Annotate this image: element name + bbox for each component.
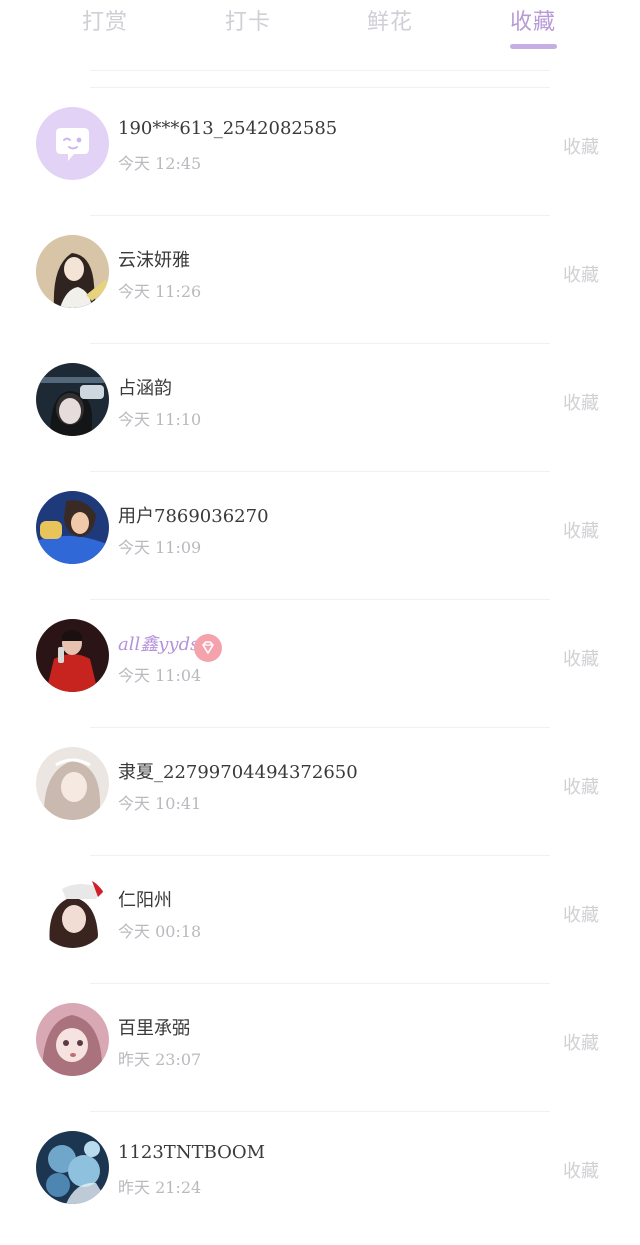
active-tab-indicator <box>510 44 557 49</box>
list-item[interactable]: 云沫妍雅 今天 11:26 收藏 <box>0 208 640 336</box>
avatar[interactable] <box>36 363 109 436</box>
user-photo <box>36 747 109 820</box>
divider <box>90 983 550 984</box>
favorite-button[interactable]: 收藏 <box>563 133 599 159</box>
favorite-button[interactable]: 收藏 <box>563 1029 599 1055</box>
username: 1123TNTBOOM <box>118 1142 266 1163</box>
user-photo <box>36 1131 109 1204</box>
divider <box>90 70 550 71</box>
username: 占涵韵 <box>118 378 172 399</box>
divider <box>90 1111 550 1112</box>
timestamp: 今天 11:26 <box>118 282 202 301</box>
tab-checkin[interactable]: 打卡 <box>203 4 293 36</box>
timestamp: 昨天 21:24 <box>118 1178 202 1197</box>
favorites-list: 190***613_2542082585 今天 12:45 收藏 云沫妍雅 今天… <box>0 80 640 1232</box>
favorite-button[interactable]: 收藏 <box>563 901 599 927</box>
tab-favorites[interactable]: 收藏 <box>488 4 578 36</box>
avatar[interactable] <box>36 619 109 692</box>
divider <box>90 599 550 600</box>
divider <box>90 343 550 344</box>
chat-bubble-icon <box>36 107 109 180</box>
avatar[interactable] <box>36 1131 109 1204</box>
list-item[interactable]: 1123TNTBOOM 昨天 21:24 收藏 <box>0 1104 640 1232</box>
list-item[interactable]: 隶夏_22799704494372650 今天 10:41 收藏 <box>0 720 640 848</box>
vip-diamond-badge-icon <box>194 634 222 662</box>
username: 云沫妍雅 <box>118 250 190 271</box>
timestamp: 今天 11:09 <box>118 538 202 557</box>
tab-bar: 打赏 打卡 鲜花 收藏 <box>0 0 640 60</box>
avatar[interactable] <box>36 747 109 820</box>
avatar[interactable] <box>36 107 109 180</box>
favorite-button[interactable]: 收藏 <box>563 261 599 287</box>
list-item[interactable]: 用户7869036270 今天 11:09 收藏 <box>0 464 640 592</box>
favorite-button[interactable]: 收藏 <box>563 1157 599 1183</box>
timestamp: 今天 12:45 <box>118 154 202 173</box>
favorite-button[interactable]: 收藏 <box>563 389 599 415</box>
list-item[interactable]: 占涵韵 今天 11:10 收藏 <box>0 336 640 464</box>
timestamp: 今天 00:18 <box>118 922 202 941</box>
avatar[interactable] <box>36 235 109 308</box>
user-photo <box>36 363 109 436</box>
timestamp: 今天 11:10 <box>118 410 202 429</box>
username: 隶夏_22799704494372650 <box>118 762 358 783</box>
avatar[interactable] <box>36 1003 109 1076</box>
favorite-button[interactable]: 收藏 <box>563 645 599 671</box>
user-photo <box>36 875 109 948</box>
list-item[interactable]: 190***613_2542082585 今天 12:45 收藏 <box>0 80 640 208</box>
list-item[interactable]: all鑫yyds 今天 11:04 收藏 <box>0 592 640 720</box>
divider <box>90 727 550 728</box>
user-photo <box>36 491 109 564</box>
tab-flowers[interactable]: 鲜花 <box>345 4 435 36</box>
username: 用户7869036270 <box>118 506 269 527</box>
list-item[interactable]: 仁阳州 今天 00:18 收藏 <box>0 848 640 976</box>
user-photo <box>36 619 109 692</box>
divider <box>90 855 550 856</box>
divider <box>90 215 550 216</box>
avatar[interactable] <box>36 875 109 948</box>
username: 仁阳州 <box>118 890 172 911</box>
divider <box>90 87 550 88</box>
timestamp: 今天 11:04 <box>118 666 202 685</box>
username: all鑫yyds <box>118 634 200 655</box>
favorite-button[interactable]: 收藏 <box>563 773 599 799</box>
user-photo <box>36 1003 109 1076</box>
username: 百里承弼 <box>118 1018 190 1039</box>
user-photo <box>36 235 109 308</box>
timestamp: 今天 10:41 <box>118 794 202 813</box>
timestamp: 昨天 23:07 <box>118 1050 202 1069</box>
avatar[interactable] <box>36 491 109 564</box>
favorite-button[interactable]: 收藏 <box>563 517 599 543</box>
username: 190***613_2542082585 <box>118 118 338 139</box>
tab-reward[interactable]: 打赏 <box>60 4 150 36</box>
list-item[interactable]: 百里承弼 昨天 23:07 收藏 <box>0 976 640 1104</box>
divider <box>90 471 550 472</box>
